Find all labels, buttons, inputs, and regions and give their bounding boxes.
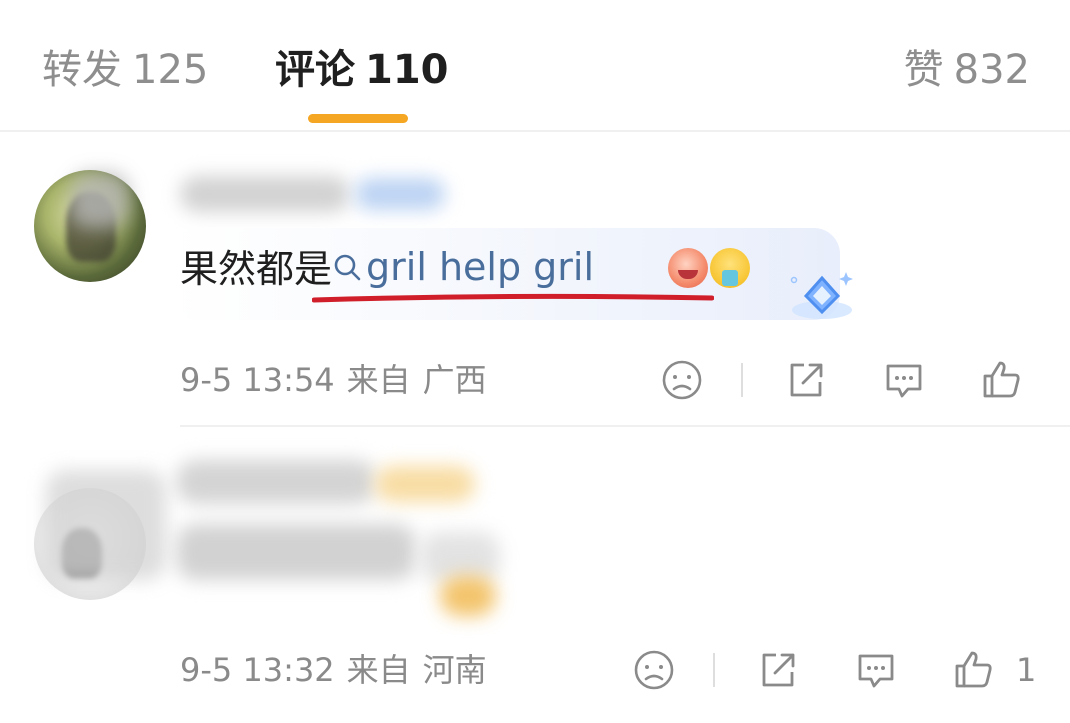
comment-location: 河南 (422, 651, 487, 689)
avatar-overlay-redacted (46, 470, 166, 580)
like-button[interactable] (980, 358, 1024, 402)
comment-emoji-redacted (440, 576, 496, 616)
action-separator (741, 363, 743, 397)
vomit-face-emoji-icon (710, 248, 750, 288)
comment-item: 9-5 13:32 来自 河南 1 (0, 440, 1070, 723)
comment-text-prefix: 果然都是 (180, 247, 333, 291)
like-count: 1 (1016, 651, 1037, 689)
tab-repost-label: 转发 (42, 47, 122, 93)
tab-repost-count: 125 (132, 47, 209, 93)
share-icon (790, 363, 823, 397)
share-button[interactable] (756, 648, 800, 692)
comment-time: 9-5 13:32 (180, 651, 335, 689)
topic-link[interactable]: gril help gril (332, 242, 594, 292)
action-separator (713, 653, 715, 687)
comment-text: 果然都是 gril help gril (180, 242, 594, 294)
tab-comment-label: 评论 (275, 47, 355, 93)
share-button[interactable] (784, 358, 828, 402)
comment-divider (180, 425, 1070, 427)
tab-repost[interactable]: 转发 125 (42, 44, 208, 96)
comment-icon (886, 364, 922, 398)
comment-text-redacted (176, 524, 416, 580)
username-redacted[interactable] (180, 176, 350, 212)
comment-text-redacted (420, 532, 500, 582)
diamond-badge-icon (790, 272, 853, 319)
avatar-overlay-redacted (70, 172, 130, 228)
dislike-face-icon (634, 650, 674, 690)
comment-time: 9-5 13:54 (180, 361, 335, 399)
topic-link-text: gril help gril (366, 245, 595, 289)
like-thumb-icon (983, 361, 1020, 398)
share-icon (762, 653, 795, 687)
laughing-blob-emoji-icon (668, 248, 708, 288)
comment-meta: 9-5 13:32 来自 河南 (180, 650, 487, 690)
tab-like[interactable]: 赞 832 (904, 44, 1030, 96)
tab-comment-count: 110 (365, 47, 449, 93)
comment-tabs: 转发 125 评论 110 赞 832 (0, 0, 1070, 132)
reply-button[interactable] (882, 358, 926, 402)
comment-icon (858, 654, 894, 688)
search-icon (334, 254, 361, 281)
tab-comment[interactable]: 评论 110 (275, 44, 449, 96)
comment-meta: 9-5 13:54 来自 广西 (180, 360, 487, 400)
dislike-button[interactable] (660, 358, 704, 402)
user-badge-redacted (375, 466, 475, 502)
dislike-face-icon (662, 360, 702, 400)
user-badge-redacted (355, 178, 445, 210)
tab-like-count: 832 (953, 47, 1030, 93)
dislike-button[interactable] (632, 648, 676, 692)
red-annotation-underline (312, 293, 714, 303)
like-button[interactable] (952, 648, 996, 692)
tab-like-label: 赞 (903, 47, 944, 93)
active-tab-indicator (308, 114, 408, 123)
comment-from-label: 来自 (346, 361, 411, 399)
reply-button[interactable] (854, 648, 898, 692)
username-redacted[interactable] (176, 460, 376, 504)
comment-location: 广西 (422, 361, 487, 399)
comment-from-label: 来自 (346, 651, 411, 689)
like-thumb-icon (955, 651, 992, 688)
comment-item: 果然都是 gril help gril 9-5 13:54 来自 广西 (0, 150, 1070, 430)
